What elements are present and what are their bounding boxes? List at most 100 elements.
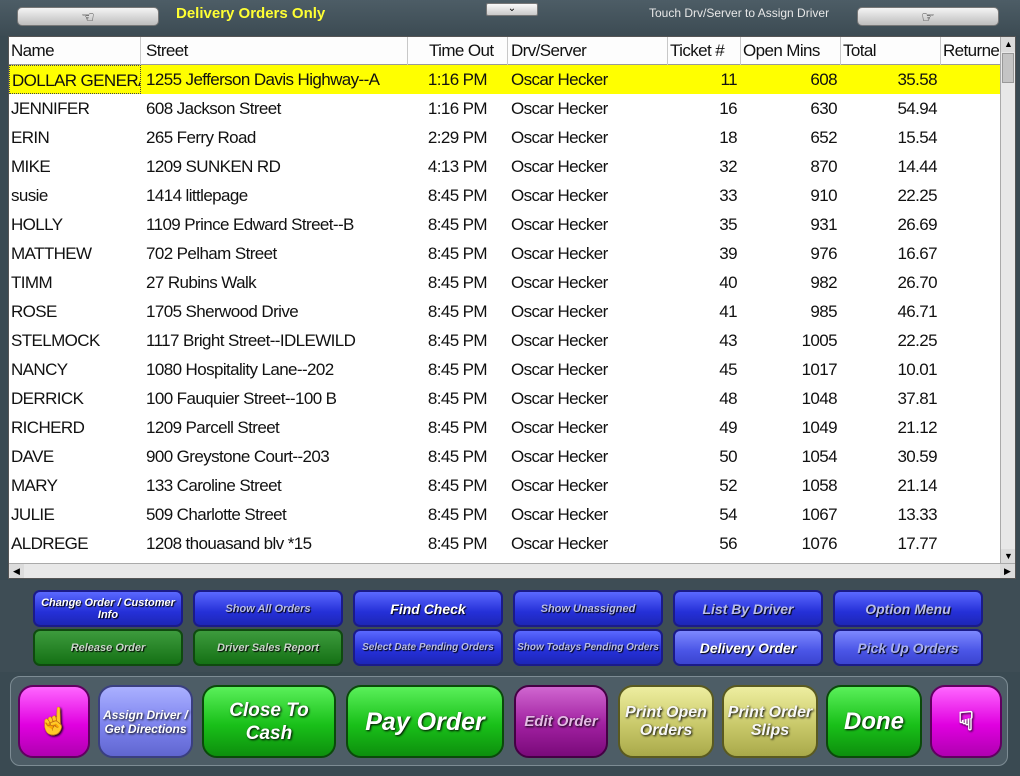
cell-returned — [941, 326, 1001, 355]
edit-order-button[interactable]: Edit Order — [514, 685, 608, 758]
cell-time-out: 8:45 PM — [427, 186, 488, 205]
table-row[interactable]: MIKE 1209 SUNKEN RD 4:13 PM Oscar Hecker 32 8… — [9, 152, 1015, 181]
cell-returned — [941, 123, 1001, 152]
cell-driver[interactable]: Oscar Hecker — [508, 152, 668, 181]
table-row[interactable]: ALDREGE 1208 thouasand blv *15 8:45 PM Osca… — [9, 529, 1015, 558]
cell-total: 26.70 — [897, 273, 937, 292]
cell-driver[interactable]: Oscar Hecker — [508, 326, 668, 355]
cell-driver[interactable]: Oscar Hecker — [508, 471, 668, 500]
show-unassigned-button[interactable]: Show Unassigned — [513, 590, 663, 627]
table-row[interactable]: JULIE 509 Charlotte Street 8:45 PM Oscar He… — [9, 500, 1015, 529]
cell-total: 13.33 — [897, 505, 937, 524]
cell-ticket: 32 — [719, 157, 737, 176]
table-row[interactable]: susie 1414 littlepage 8:45 PM Oscar Hecker 3… — [9, 181, 1015, 210]
cell-name: JULIE — [11, 505, 55, 524]
previous-page-button[interactable]: ☜ — [17, 7, 159, 26]
cell-time-out: 8:45 PM — [427, 447, 488, 466]
table-row[interactable]: RICHERD 1209 Parcell Street 8:45 PM Oscar H… — [9, 413, 1015, 442]
table-row[interactable]: JENNIFER 608 Jackson Street 1:16 PM Oscar H… — [9, 94, 1015, 123]
table-row[interactable]: MARY 133 Caroline Street 8:45 PM Oscar Heck… — [9, 471, 1015, 500]
cell-open-mins: 985 — [810, 302, 837, 321]
top-bar: ☜ Delivery Orders Only ⌄ Touch Drv/Serve… — [0, 0, 1020, 36]
cell-open-mins: 630 — [810, 99, 837, 118]
collapse-button[interactable]: ⌄ — [486, 3, 538, 16]
show-all-orders-button[interactable]: Show All Orders — [193, 590, 343, 627]
cell-street: 100 Fauquier Street--100 B — [146, 389, 337, 408]
cell-ticket: 45 — [719, 360, 737, 379]
cell-driver[interactable]: Oscar Hecker — [508, 384, 668, 413]
cell-street: 1705 Sherwood Drive — [146, 302, 299, 321]
cell-returned — [941, 239, 1001, 268]
select-date-pending-button[interactable]: Select Date Pending Orders — [353, 629, 503, 666]
cell-time-out: 8:45 PM — [427, 418, 488, 437]
assign-driver-button[interactable]: Assign Driver / Get Directions — [98, 685, 193, 758]
cell-name: DOLLAR GENERAL — [9, 65, 141, 94]
scroll-left-icon[interactable]: ◀ — [9, 564, 24, 578]
table-row[interactable]: DAVE 900 Greystone Court--203 8:45 PM Oscar… — [9, 442, 1015, 471]
find-check-button[interactable]: Find Check — [353, 590, 503, 627]
pick-up-orders-button[interactable]: Pick Up Orders — [833, 629, 983, 666]
cell-ticket: 43 — [719, 331, 737, 350]
scroll-up-icon[interactable]: ▲ — [1001, 37, 1015, 52]
option-menu-button[interactable]: Option Menu — [833, 590, 983, 627]
cell-name: DERRICK — [11, 389, 84, 408]
print-open-orders-button[interactable]: Print Open Orders — [618, 685, 714, 758]
cell-returned — [941, 413, 1001, 442]
cell-total: 22.25 — [897, 331, 937, 350]
cell-driver[interactable]: Oscar Hecker — [508, 297, 668, 326]
header-open-mins[interactable]: Open Mins — [741, 37, 841, 65]
list-by-driver-button[interactable]: List By Driver — [673, 590, 823, 627]
done-button[interactable]: Done — [826, 685, 922, 758]
table-row[interactable]: ERIN 265 Ferry Road 2:29 PM Oscar Hecker 18 6… — [9, 123, 1015, 152]
header-street[interactable]: Street — [141, 37, 408, 65]
header-time-out[interactable]: Time Out — [408, 37, 508, 65]
scroll-up-button[interactable]: ☝ — [18, 685, 90, 758]
cell-driver[interactable]: Oscar Hecker — [508, 181, 668, 210]
table-row[interactable]: NANCY 1080 Hospitality Lane--202 8:45 PM Os… — [9, 355, 1015, 384]
table-row[interactable]: STELMOCK 1117 Bright Street--IDLEWILD 8:45… — [9, 326, 1015, 355]
table-row[interactable]: ROSE 1705 Sherwood Drive 8:45 PM Oscar Heck… — [9, 297, 1015, 326]
scroll-down-button[interactable]: ☟ — [930, 685, 1002, 758]
cell-driver[interactable]: Oscar Hecker — [508, 210, 668, 239]
cell-driver[interactable]: Oscar Hecker — [508, 529, 668, 558]
table-row[interactable]: TIMM 27 Rubins Walk 8:45 PM Oscar Hecker 40 9… — [9, 268, 1015, 297]
cell-driver[interactable]: Oscar Hecker — [508, 123, 668, 152]
hand-right-icon: ☞ — [921, 8, 935, 26]
cell-driver[interactable]: Oscar Hecker — [508, 355, 668, 384]
cell-ticket: 40 — [719, 273, 737, 292]
table-row[interactable]: MATTHEW 702 Pelham Street 8:45 PM Oscar Hec… — [9, 239, 1015, 268]
cell-open-mins: 931 — [810, 215, 837, 234]
cell-driver[interactable]: Oscar Hecker — [508, 442, 668, 471]
release-order-button[interactable]: Release Order — [33, 629, 183, 666]
table-row[interactable]: DERRICK 100 Fauquier Street--100 B 8:45 PM… — [9, 384, 1015, 413]
close-to-cash-button[interactable]: Close To Cash — [202, 685, 336, 758]
scroll-right-icon[interactable]: ▶ — [1000, 564, 1015, 578]
pay-order-button[interactable]: Pay Order — [346, 685, 504, 758]
cell-driver[interactable]: Oscar Hecker — [508, 268, 668, 297]
show-todays-pending-button[interactable]: Show Todays Pending Orders — [513, 629, 663, 666]
cell-driver[interactable]: Oscar Hecker — [508, 239, 668, 268]
header-driver[interactable]: Drv/Server — [508, 37, 668, 65]
delivery-order-button[interactable]: Delivery Order — [673, 629, 823, 666]
cell-driver[interactable]: Oscar Hecker — [508, 500, 668, 529]
cell-open-mins: 1067 — [801, 505, 838, 524]
cell-driver[interactable]: Oscar Hecker — [508, 65, 668, 94]
change-order-button[interactable]: Change Order / Customer Info — [33, 590, 183, 627]
cell-driver[interactable]: Oscar Hecker — [508, 413, 668, 442]
scroll-thumb[interactable] — [1002, 53, 1014, 83]
driver-sales-report-button[interactable]: Driver Sales Report — [193, 629, 343, 666]
header-returned[interactable]: Returned — [941, 37, 1001, 65]
print-order-slips-button[interactable]: Print Order Slips — [722, 685, 818, 758]
table-body: DOLLAR GENERAL 1255 Jefferson Davis Highw… — [9, 65, 1015, 558]
header-ticket[interactable]: Ticket # — [668, 37, 741, 65]
header-total[interactable]: Total — [841, 37, 941, 65]
vertical-scrollbar[interactable]: ▲ ▼ — [1000, 37, 1015, 564]
horizontal-scrollbar[interactable]: ◀ ▶ — [9, 563, 1015, 578]
table-row[interactable]: DOLLAR GENERAL 1255 Jefferson Davis Highw… — [9, 65, 1015, 94]
next-page-button[interactable]: ☞ — [857, 7, 999, 26]
header-name[interactable]: Name — [9, 37, 141, 65]
scroll-down-icon[interactable]: ▼ — [1001, 549, 1015, 564]
cell-name: ROSE — [11, 302, 57, 321]
cell-driver[interactable]: Oscar Hecker — [508, 94, 668, 123]
table-row[interactable]: HOLLY 1109 Prince Edward Street--B 8:45 PM… — [9, 210, 1015, 239]
